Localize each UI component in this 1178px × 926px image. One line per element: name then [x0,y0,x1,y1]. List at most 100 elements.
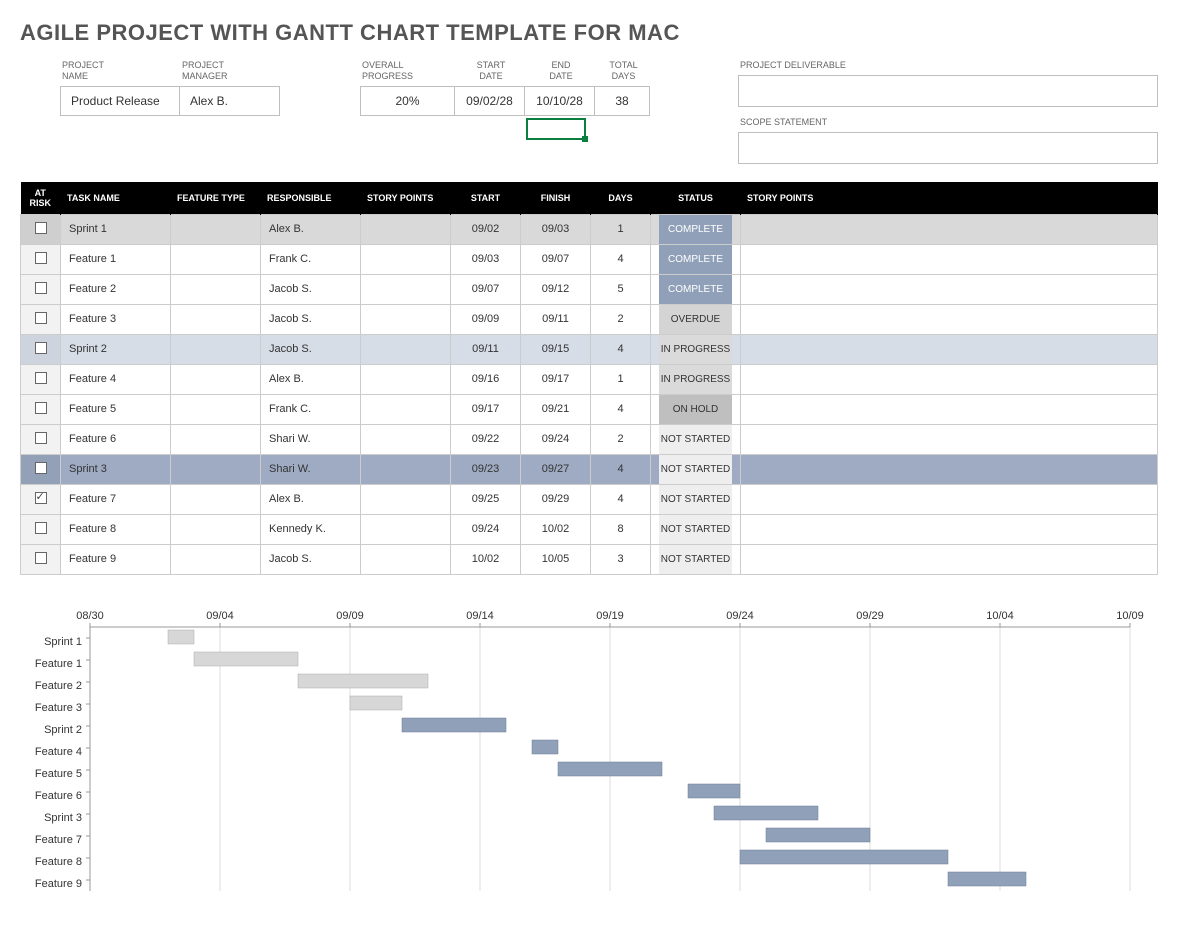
story-points-cell[interactable] [361,454,451,484]
story-points2-cell[interactable] [741,214,1158,244]
responsible-cell[interactable]: Frank C. [261,394,361,424]
days-cell[interactable]: 4 [591,454,651,484]
at-risk-checkbox[interactable] [35,432,47,444]
status-cell[interactable]: NOT STARTED [651,454,741,484]
story-points2-cell[interactable] [741,514,1158,544]
days-cell[interactable]: 5 [591,274,651,304]
story-points-cell[interactable] [361,484,451,514]
status-cell[interactable]: IN PROGRESS [651,334,741,364]
task-name-cell[interactable]: Feature 9 [61,544,171,574]
start-cell[interactable]: 10/02 [451,544,521,574]
at-risk-cell[interactable] [21,394,61,424]
days-cell[interactable]: 2 [591,424,651,454]
finish-cell[interactable]: 10/05 [521,544,591,574]
feature-type-cell[interactable] [171,454,261,484]
task-name-cell[interactable]: Feature 5 [61,394,171,424]
table-row[interactable]: Feature 6Shari W.09/2209/242NOT STARTED [21,424,1158,454]
status-cell[interactable]: COMPLETE [651,214,741,244]
feature-type-cell[interactable] [171,544,261,574]
table-row[interactable]: Feature 9Jacob S.10/0210/053NOT STARTED [21,544,1158,574]
status-cell[interactable]: OVERDUE [651,304,741,334]
table-row[interactable]: Feature 8Kennedy K.09/2410/028NOT STARTE… [21,514,1158,544]
days-cell[interactable]: 1 [591,214,651,244]
at-risk-cell[interactable] [21,214,61,244]
days-cell[interactable]: 1 [591,364,651,394]
feature-type-cell[interactable] [171,274,261,304]
story-points-cell[interactable] [361,424,451,454]
story-points2-cell[interactable] [741,484,1158,514]
finish-cell[interactable]: 09/11 [521,304,591,334]
story-points-cell[interactable] [361,544,451,574]
project-manager-cell[interactable]: Alex B. [180,86,280,116]
story-points-cell[interactable] [361,274,451,304]
start-cell[interactable]: 09/03 [451,244,521,274]
table-row[interactable]: Feature 4Alex B.09/1609/171IN PROGRESS [21,364,1158,394]
table-row[interactable]: Feature 2Jacob S.09/0709/125COMPLETE [21,274,1158,304]
story-points2-cell[interactable] [741,274,1158,304]
responsible-cell[interactable]: Jacob S. [261,544,361,574]
finish-cell[interactable]: 09/07 [521,244,591,274]
story-points-cell[interactable] [361,214,451,244]
total-days-cell[interactable]: 38 [595,86,650,116]
table-row[interactable]: Sprint 2Jacob S.09/1109/154IN PROGRESS [21,334,1158,364]
story-points2-cell[interactable] [741,424,1158,454]
days-cell[interactable]: 2 [591,304,651,334]
start-cell[interactable]: 09/25 [451,484,521,514]
table-row[interactable]: Sprint 1Alex B.09/0209/031COMPLETE [21,214,1158,244]
finish-cell[interactable]: 09/24 [521,424,591,454]
at-risk-checkbox[interactable] [35,222,47,234]
finish-cell[interactable]: 09/21 [521,394,591,424]
feature-type-cell[interactable] [171,334,261,364]
start-cell[interactable]: 09/23 [451,454,521,484]
at-risk-cell[interactable] [21,334,61,364]
at-risk-cell[interactable] [21,424,61,454]
at-risk-checkbox[interactable] [35,342,47,354]
start-cell[interactable]: 09/22 [451,424,521,454]
feature-type-cell[interactable] [171,484,261,514]
status-cell[interactable]: IN PROGRESS [651,364,741,394]
at-risk-checkbox[interactable] [35,522,47,534]
story-points2-cell[interactable] [741,304,1158,334]
responsible-cell[interactable]: Shari W. [261,454,361,484]
feature-type-cell[interactable] [171,214,261,244]
at-risk-cell[interactable] [21,454,61,484]
responsible-cell[interactable]: Jacob S. [261,304,361,334]
story-points-cell[interactable] [361,304,451,334]
finish-cell[interactable]: 09/17 [521,364,591,394]
responsible-cell[interactable]: Alex B. [261,214,361,244]
task-name-cell[interactable]: Feature 6 [61,424,171,454]
task-name-cell[interactable]: Feature 2 [61,274,171,304]
feature-type-cell[interactable] [171,424,261,454]
story-points-cell[interactable] [361,514,451,544]
task-name-cell[interactable]: Feature 7 [61,484,171,514]
responsible-cell[interactable]: Shari W. [261,424,361,454]
days-cell[interactable]: 4 [591,244,651,274]
task-name-cell[interactable]: Sprint 3 [61,454,171,484]
finish-cell[interactable]: 09/27 [521,454,591,484]
responsible-cell[interactable]: Alex B. [261,364,361,394]
days-cell[interactable]: 4 [591,334,651,364]
start-cell[interactable]: 09/24 [451,514,521,544]
finish-cell[interactable]: 09/12 [521,274,591,304]
table-row[interactable]: Feature 7Alex B.09/2509/294NOT STARTED [21,484,1158,514]
status-cell[interactable]: NOT STARTED [651,484,741,514]
story-points-cell[interactable] [361,244,451,274]
at-risk-checkbox[interactable] [35,372,47,384]
start-cell[interactable]: 09/02 [451,214,521,244]
status-cell[interactable]: ON HOLD [651,394,741,424]
days-cell[interactable]: 4 [591,484,651,514]
task-name-cell[interactable]: Feature 1 [61,244,171,274]
project-deliverable-cell[interactable] [738,75,1158,107]
selected-cell-indicator[interactable] [526,118,586,140]
start-cell[interactable]: 09/11 [451,334,521,364]
story-points2-cell[interactable] [741,394,1158,424]
at-risk-cell[interactable] [21,544,61,574]
story-points2-cell[interactable] [741,244,1158,274]
at-risk-cell[interactable] [21,244,61,274]
table-row[interactable]: Feature 3Jacob S.09/0909/112OVERDUE [21,304,1158,334]
feature-type-cell[interactable] [171,394,261,424]
scope-statement-cell[interactable] [738,132,1158,164]
story-points2-cell[interactable] [741,334,1158,364]
at-risk-cell[interactable] [21,364,61,394]
responsible-cell[interactable]: Frank C. [261,244,361,274]
